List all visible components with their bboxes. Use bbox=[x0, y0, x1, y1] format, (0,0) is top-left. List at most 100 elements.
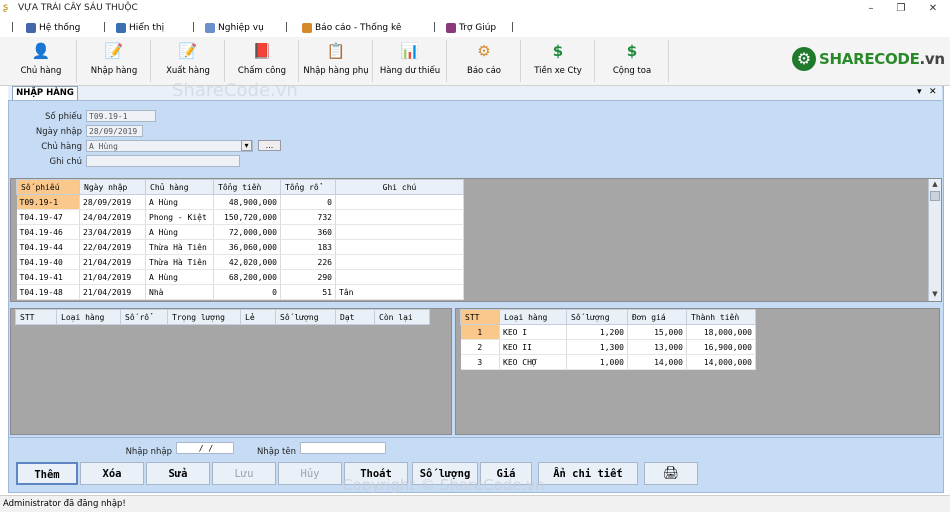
nhap-ten-field[interactable] bbox=[300, 442, 386, 454]
column-so-luong[interactable]: Số lượng bbox=[275, 309, 336, 325]
table-row[interactable]: T04.19-41 21/04/2019 A Hùng 68,200,000 290 bbox=[16, 269, 464, 285]
column-ghi-chu[interactable]: Ghi chú bbox=[335, 179, 464, 195]
cell: 42,020,000 bbox=[213, 254, 281, 270]
menu-bar: Hệ thống Hiển thị Nghiệp vụ Báo cáo - Th… bbox=[0, 17, 950, 37]
menu-hien-thi[interactable]: Hiển thị bbox=[116, 21, 164, 35]
cell: 150,720,000 bbox=[213, 209, 281, 225]
add-button[interactable]: Thêm bbox=[16, 462, 78, 485]
tab-dropdown-icon[interactable]: ▾ bbox=[917, 87, 922, 97]
toolbar-cong-toa[interactable]: $ Cộng toa bbox=[596, 40, 669, 82]
table-row[interactable]: 3 KEO CHỢ 1,000 14,000 14,000,000 bbox=[460, 354, 756, 370]
chu-hang-select[interactable]: A Hùng bbox=[86, 140, 253, 152]
report-icon: ⚙ bbox=[477, 42, 491, 60]
column-tong-ro[interactable]: Tổng rổ bbox=[280, 179, 336, 195]
cell: 1,200 bbox=[566, 324, 628, 340]
menu-separator bbox=[512, 22, 513, 32]
table-row[interactable]: T04.19-48 21/04/2019 Nhà 0 51 Tân bbox=[16, 284, 464, 300]
cell: 36,060,000 bbox=[213, 239, 281, 255]
tab-nhap-hang[interactable]: NHẬP HÀNG bbox=[12, 86, 78, 100]
toolbar-label: Nhập hàng bbox=[90, 66, 138, 76]
column-so-ro[interactable]: Số rổ bbox=[120, 309, 168, 325]
cell: 360 bbox=[280, 224, 336, 240]
cancel-button[interactable]: Hủy bbox=[278, 462, 342, 485]
cell bbox=[335, 194, 464, 210]
chu-hang-label: Chủ hàng bbox=[41, 142, 82, 152]
toolbar-cham-cong[interactable]: 📕 Chấm công bbox=[226, 40, 299, 82]
edit-button[interactable]: Sửa bbox=[146, 462, 210, 485]
cell: 183 bbox=[280, 239, 336, 255]
cell: 16,900,000 bbox=[686, 339, 756, 355]
toolbar-hang-du-thieu[interactable]: 📊 Hàng dư thiếu bbox=[374, 40, 447, 82]
scroll-up-icon[interactable]: ▲ bbox=[930, 180, 940, 189]
nhap-nhap-field[interactable]: / / bbox=[176, 442, 234, 454]
ngay-nhap-field[interactable]: 28/09/2019 bbox=[86, 125, 143, 137]
scroll-thumb[interactable] bbox=[930, 191, 940, 201]
column-le[interactable]: Lẻ bbox=[240, 309, 276, 325]
print-button[interactable]: 🖨 bbox=[644, 462, 698, 485]
scroll-down-icon[interactable]: ▼ bbox=[930, 290, 940, 299]
close-button[interactable]: ✕ bbox=[918, 0, 948, 17]
nhap-nhap-label: Nhập nhập bbox=[125, 447, 172, 457]
column-con-lai[interactable]: Còn lại bbox=[374, 309, 430, 325]
table-row[interactable]: 1 KEO I 1,200 15,000 18,000,000 bbox=[460, 324, 756, 340]
save-button[interactable]: Lưu bbox=[212, 462, 276, 485]
cell: 1 bbox=[460, 324, 500, 340]
watermark-top: ShareCode.vn bbox=[172, 80, 298, 101]
column-chu-hang[interactable]: Chủ hàng bbox=[145, 179, 214, 195]
restore-button[interactable]: ❐ bbox=[886, 0, 916, 17]
cell: T04.19-40 bbox=[16, 254, 80, 270]
cell: 21/04/2019 bbox=[79, 284, 146, 300]
chevron-down-icon[interactable]: ▾ bbox=[241, 140, 252, 151]
column-stt[interactable]: STT bbox=[460, 309, 500, 325]
hide-detail-button[interactable]: Ẩn chi tiết bbox=[538, 462, 638, 485]
minimize-button[interactable]: – bbox=[856, 0, 886, 17]
nhap-ten-label: Nhập tên bbox=[256, 447, 296, 457]
table-row[interactable]: T04.19-46 23/04/2019 A Hùng 72,000,000 360 bbox=[16, 224, 464, 240]
toolbar-bao-cao[interactable]: ⚙ Báo cáo bbox=[448, 40, 521, 82]
menu-he-thong[interactable]: Hệ thống bbox=[26, 21, 80, 35]
menu-tro-giup[interactable]: Trợ Giúp bbox=[446, 21, 496, 35]
menu-separator bbox=[434, 22, 435, 32]
table-row[interactable]: T04.19-40 21/04/2019 Thừa Hà Tiên 42,020,00… bbox=[16, 254, 464, 270]
menu-label: Hệ thống bbox=[39, 23, 81, 33]
table-row[interactable]: T04.19-44 22/04/2019 Thừa Hà Tiên 36,060,00… bbox=[16, 239, 464, 255]
so-phieu-field[interactable]: T09.19-1 bbox=[86, 110, 156, 122]
table-row[interactable]: 2 KEO II 1,300 13,000 16,900,000 bbox=[460, 339, 756, 355]
toolbar-nhap-hang-phu[interactable]: 📋 Nhập hàng phụ bbox=[300, 40, 373, 82]
cell: Thừa Hà Tiên bbox=[145, 239, 214, 255]
cell: 0 bbox=[280, 194, 336, 210]
column-stt[interactable]: STT bbox=[15, 309, 57, 325]
table-row[interactable]: T04.19-47 24/04/2019 Phong - Kiệt 150,720,0… bbox=[16, 209, 464, 225]
toolbar-label: Tiền xe Cty bbox=[534, 66, 582, 76]
column-thanh-tien[interactable]: Thành tiền bbox=[686, 309, 756, 325]
table-row[interactable]: T09.19-1 28/09/2019 A Hùng 48,900,000 0 bbox=[16, 194, 464, 210]
money-icon: $ bbox=[552, 42, 564, 60]
column-loai-hang[interactable]: Loại hàng bbox=[499, 309, 567, 325]
toolbar-tien-xe-cty[interactable]: $ Tiền xe Cty bbox=[522, 40, 595, 82]
cell: 3 bbox=[460, 354, 500, 370]
divider bbox=[8, 437, 942, 438]
menu-bao-cao[interactable]: Báo cáo - Thống kê bbox=[302, 21, 401, 35]
chu-hang-more-button[interactable]: ... bbox=[258, 140, 281, 151]
column-trong-luong[interactable]: Trọng lượng bbox=[167, 309, 241, 325]
column-loai-hang[interactable]: Loại hàng bbox=[56, 309, 121, 325]
tab-close-icon[interactable]: ✕ bbox=[929, 87, 937, 97]
column-so-phieu[interactable]: Số phiếu bbox=[16, 179, 80, 195]
ghi-chu-field[interactable] bbox=[86, 155, 240, 167]
cell: 2 bbox=[460, 339, 500, 355]
menu-nghiep-vu[interactable]: Nghiệp vụ bbox=[205, 21, 264, 35]
column-tong-tien[interactable]: Tổng tiền bbox=[213, 179, 281, 195]
cell bbox=[335, 239, 464, 255]
menu-separator bbox=[193, 22, 194, 32]
delete-button[interactable]: Xóa bbox=[80, 462, 144, 485]
column-don-gia[interactable]: Đơn giá bbox=[627, 309, 687, 325]
display-icon bbox=[116, 23, 126, 33]
chart-icon: 📊 bbox=[400, 42, 420, 60]
toolbar-nhap-hang[interactable]: 📝 Nhập hàng bbox=[78, 40, 151, 82]
column-so-luong[interactable]: Số lượng bbox=[566, 309, 628, 325]
column-dat[interactable]: Dạt bbox=[335, 309, 375, 325]
toolbar-xuat-hang[interactable]: 📝 Xuất hàng bbox=[152, 40, 225, 82]
master-scrollbar[interactable]: ▲ ▼ bbox=[928, 179, 941, 301]
toolbar-chu-hang[interactable]: 👤 Chủ hàng bbox=[6, 40, 77, 82]
column-ngay-nhap[interactable]: Ngày nhập bbox=[79, 179, 146, 195]
